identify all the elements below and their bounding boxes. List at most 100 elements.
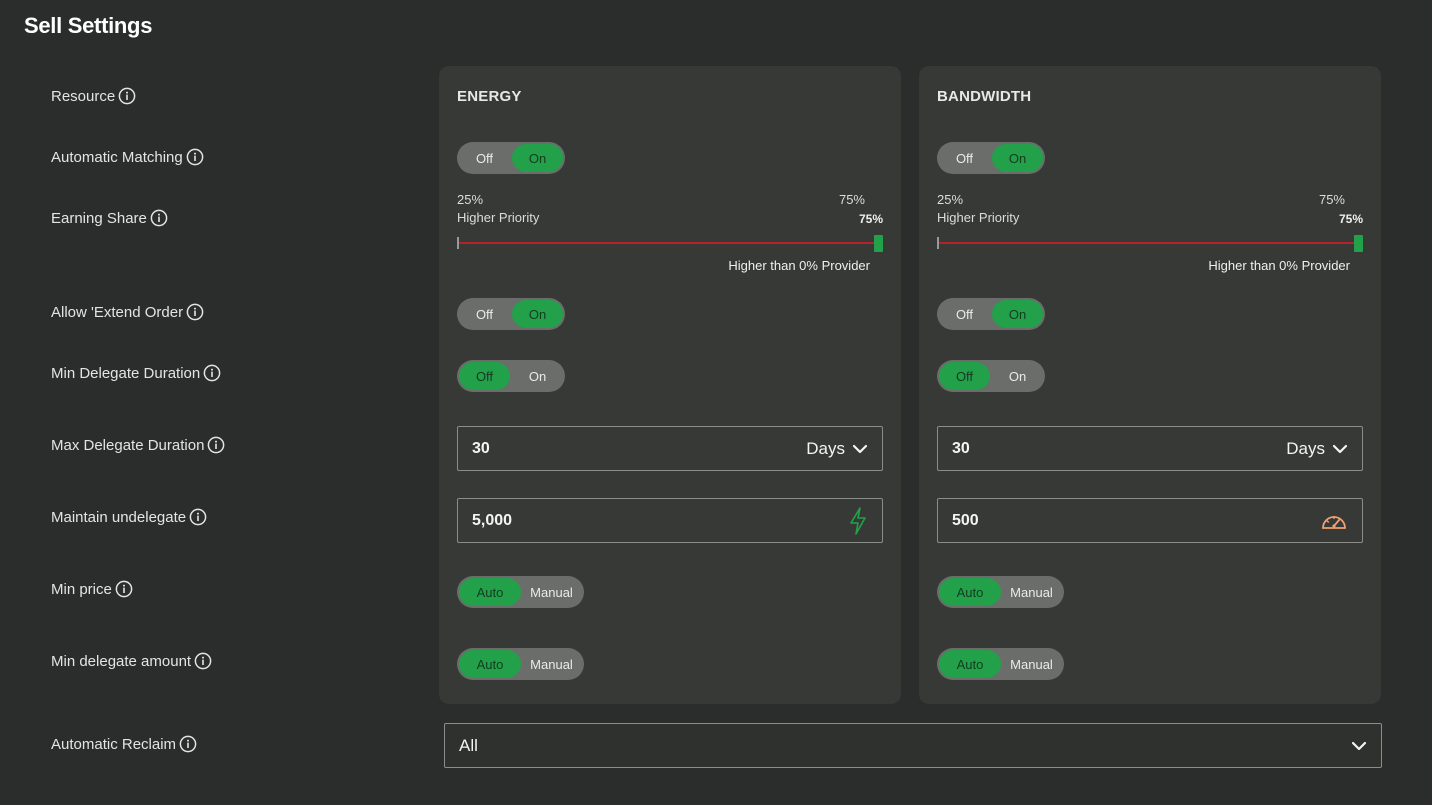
maintain-undelegate-input[interactable]: 5,000 xyxy=(457,498,883,543)
earning-share-slider[interactable]: 25% 75% Higher Priority 75% Higher than … xyxy=(937,192,1363,273)
chevron-down-icon xyxy=(1351,738,1367,754)
slider-value-label: 75% xyxy=(1338,212,1363,226)
label-text: Automatic Matching xyxy=(51,148,183,166)
toggle-auto-option[interactable]: Auto xyxy=(939,650,1001,678)
duration-unit-select[interactable]: Days xyxy=(806,439,868,459)
slider-min-label: 25% xyxy=(457,192,484,207)
undelegate-value[interactable]: 5,000 xyxy=(472,512,512,530)
toggle-manual-option[interactable]: Manual xyxy=(521,578,582,606)
toggle-off-option[interactable]: Off xyxy=(459,300,510,328)
chevron-down-icon xyxy=(852,441,868,457)
min-price-toggle[interactable]: Auto Manual xyxy=(937,576,1064,608)
min-delegate-amount-toggle[interactable]: Auto Manual xyxy=(457,648,584,680)
toggle-manual-option[interactable]: Manual xyxy=(1001,578,1062,606)
slider-track[interactable] xyxy=(457,242,883,244)
slider-min-label: 25% xyxy=(937,192,964,207)
slider-value-label: 75% xyxy=(858,212,883,226)
slider-max-label: 75% xyxy=(1318,192,1345,207)
label-min-delegate-amount: Min delegate amount xyxy=(51,650,212,672)
max-delegate-duration-input[interactable]: 30 Days xyxy=(457,426,883,471)
duration-value[interactable]: 30 xyxy=(952,440,970,458)
label-text: Allow 'Extend Order xyxy=(51,303,184,321)
max-delegate-duration-input[interactable]: 30 Days xyxy=(937,426,1363,471)
sell-settings-page: Sell Settings Resource Automatic Matchin… xyxy=(0,0,1432,805)
undelegate-value[interactable]: 500 xyxy=(952,512,979,530)
min-price-toggle[interactable]: Auto Manual xyxy=(457,576,584,608)
slider-thumb[interactable] xyxy=(874,235,883,252)
slider-priority-label: Higher Priority xyxy=(937,210,1020,225)
maintain-undelegate-input[interactable]: 500 xyxy=(937,498,1363,543)
label-text: Max Delegate Duration xyxy=(51,436,205,454)
slider-start-tick xyxy=(937,237,939,249)
min-delegate-duration-toggle[interactable]: Off On xyxy=(937,360,1045,392)
label-automatic-matching: Automatic Matching xyxy=(51,146,204,168)
toggle-on-option[interactable]: On xyxy=(992,144,1043,172)
toggle-off-option[interactable]: Off xyxy=(939,362,990,390)
slider-start-tick xyxy=(457,237,459,249)
slider-note: Higher than 0% Provider xyxy=(1208,258,1350,273)
speedometer-icon xyxy=(1320,509,1348,533)
info-icon[interactable] xyxy=(150,209,168,227)
allow-extend-order-toggle[interactable]: Off On xyxy=(937,298,1045,330)
earning-share-slider[interactable]: 25% 75% Higher Priority 75% Higher than … xyxy=(457,192,883,273)
toggle-off-option[interactable]: Off xyxy=(459,144,510,172)
info-icon[interactable] xyxy=(186,303,204,321)
min-delegate-amount-toggle[interactable]: Auto Manual xyxy=(937,648,1064,680)
duration-unit-label: Days xyxy=(806,438,845,458)
label-text: Min delegate amount xyxy=(51,652,192,670)
allow-extend-order-toggle[interactable]: Off On xyxy=(457,298,565,330)
info-icon[interactable] xyxy=(179,735,197,753)
slider-track[interactable] xyxy=(937,242,1363,244)
toggle-on-option[interactable]: On xyxy=(512,362,563,390)
duration-value[interactable]: 30 xyxy=(472,440,490,458)
info-icon[interactable] xyxy=(115,580,133,598)
label-maintain-undelegate: Maintain undelegate xyxy=(51,506,207,528)
label-min-delegate-duration: Min Delegate Duration xyxy=(51,362,221,384)
info-icon[interactable] xyxy=(118,87,136,105)
label-text: Automatic Reclaim xyxy=(51,735,177,753)
info-icon[interactable] xyxy=(189,508,207,526)
toggle-on-option[interactable]: On xyxy=(992,300,1043,328)
automatic-matching-toggle[interactable]: Off On xyxy=(937,142,1045,174)
label-max-delegate-duration: Max Delegate Duration xyxy=(51,434,225,456)
info-icon[interactable] xyxy=(194,652,212,670)
label-text: Min price xyxy=(51,580,112,598)
page-title: Sell Settings xyxy=(24,13,153,38)
toggle-manual-option[interactable]: Manual xyxy=(1001,650,1062,678)
toggle-off-option[interactable]: Off xyxy=(939,300,990,328)
toggle-auto-option[interactable]: Auto xyxy=(939,578,1001,606)
duration-unit-label: Days xyxy=(1286,438,1325,458)
label-automatic-reclaim: Automatic Reclaim xyxy=(51,733,197,755)
label-resource: Resource xyxy=(51,85,136,107)
label-allow-extend-order: Allow 'Extend Order xyxy=(51,301,204,323)
automatic-reclaim-select[interactable]: All xyxy=(444,723,1382,768)
toggle-on-option[interactable]: On xyxy=(992,362,1043,390)
toggle-off-option[interactable]: Off xyxy=(939,144,990,172)
label-text: Earning Share xyxy=(51,209,147,227)
toggle-auto-option[interactable]: Auto xyxy=(459,650,521,678)
lightning-icon xyxy=(848,506,868,535)
toggle-on-option[interactable]: On xyxy=(512,300,563,328)
label-min-price: Min price xyxy=(51,578,133,600)
bandwidth-card: BANDWIDTH Off On 25% 75% Higher Priority… xyxy=(919,66,1381,704)
toggle-manual-option[interactable]: Manual xyxy=(521,650,582,678)
chevron-down-icon xyxy=(1332,441,1348,457)
slider-max-label: 75% xyxy=(838,192,865,207)
toggle-off-option[interactable]: Off xyxy=(459,362,510,390)
automatic-matching-toggle[interactable]: Off On xyxy=(457,142,565,174)
toggle-auto-option[interactable]: Auto xyxy=(459,578,521,606)
label-text: Maintain undelegate xyxy=(51,508,187,526)
info-icon[interactable] xyxy=(207,436,225,454)
resource-title: BANDWIDTH xyxy=(937,88,1032,105)
slider-thumb[interactable] xyxy=(1354,235,1363,252)
reclaim-selected-value: All xyxy=(459,735,478,755)
toggle-on-option[interactable]: On xyxy=(512,144,563,172)
label-text: Resource xyxy=(51,87,116,105)
label-text: Min Delegate Duration xyxy=(51,364,201,382)
info-icon[interactable] xyxy=(186,148,204,166)
slider-note: Higher than 0% Provider xyxy=(728,258,870,273)
min-delegate-duration-toggle[interactable]: Off On xyxy=(457,360,565,392)
duration-unit-select[interactable]: Days xyxy=(1286,439,1348,459)
energy-card: ENERGY Off On 25% 75% Higher Priority 75… xyxy=(439,66,901,704)
info-icon[interactable] xyxy=(203,364,221,382)
